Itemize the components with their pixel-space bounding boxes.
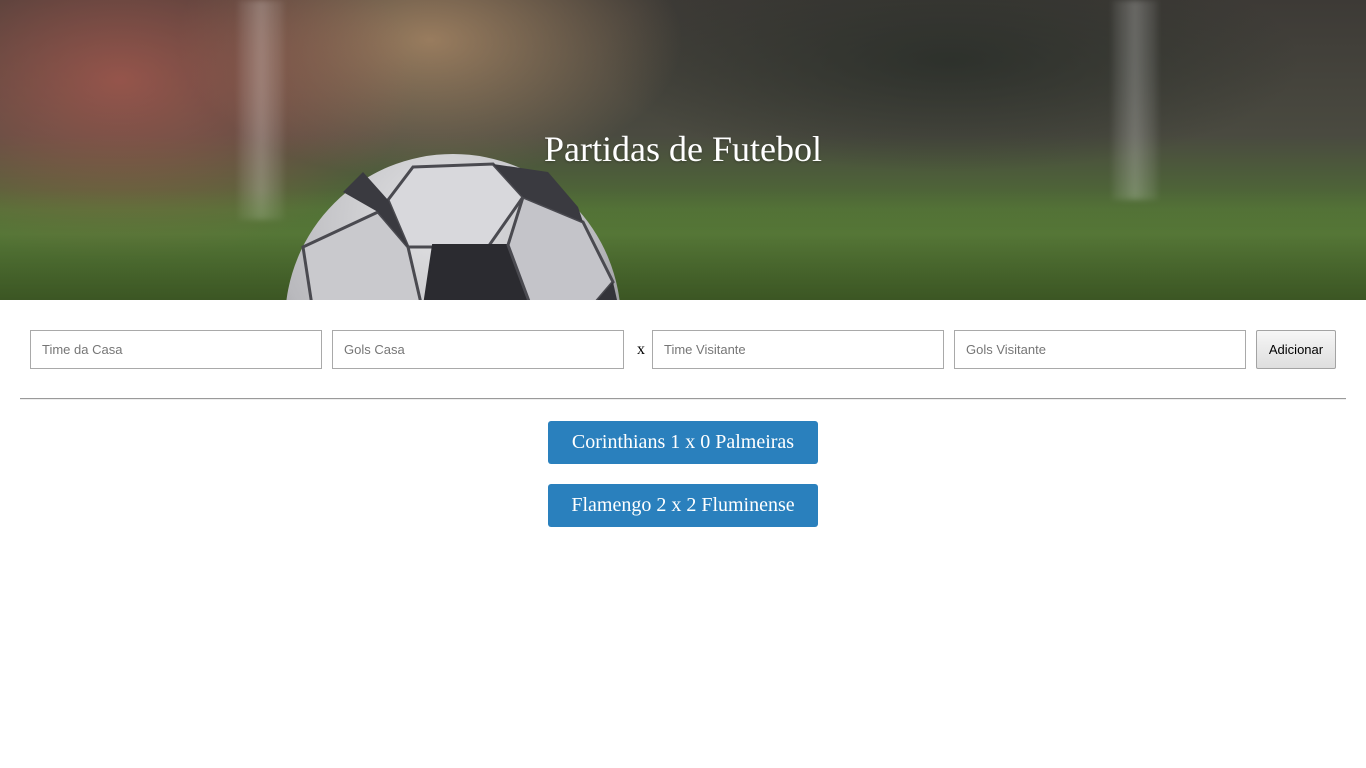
match-item[interactable]: Flamengo 2 x 2 Fluminense: [548, 484, 818, 527]
grass-background: [0, 190, 1366, 300]
home-goals-input[interactable]: [332, 330, 624, 369]
divider: [20, 398, 1346, 400]
away-goals-input[interactable]: [954, 330, 1246, 369]
page-title: Partidas de Futebol: [544, 129, 822, 169]
soccer-ball-icon: [286, 154, 620, 300]
hero-banner: Partidas de Futebol: [0, 0, 1366, 300]
match-item[interactable]: Corinthians 1 x 0 Palmeiras: [548, 421, 818, 464]
home-team-input[interactable]: [30, 330, 322, 369]
versus-separator: x: [637, 341, 645, 358]
goal-post: [1112, 0, 1158, 200]
add-button[interactable]: Adicionar: [1256, 330, 1336, 369]
goal-post: [238, 0, 284, 220]
add-match-form: x Adicionar: [30, 330, 1336, 369]
away-team-input[interactable]: [652, 330, 944, 369]
match-list: Corinthians 1 x 0 Palmeiras Flamengo 2 x…: [0, 421, 1366, 547]
